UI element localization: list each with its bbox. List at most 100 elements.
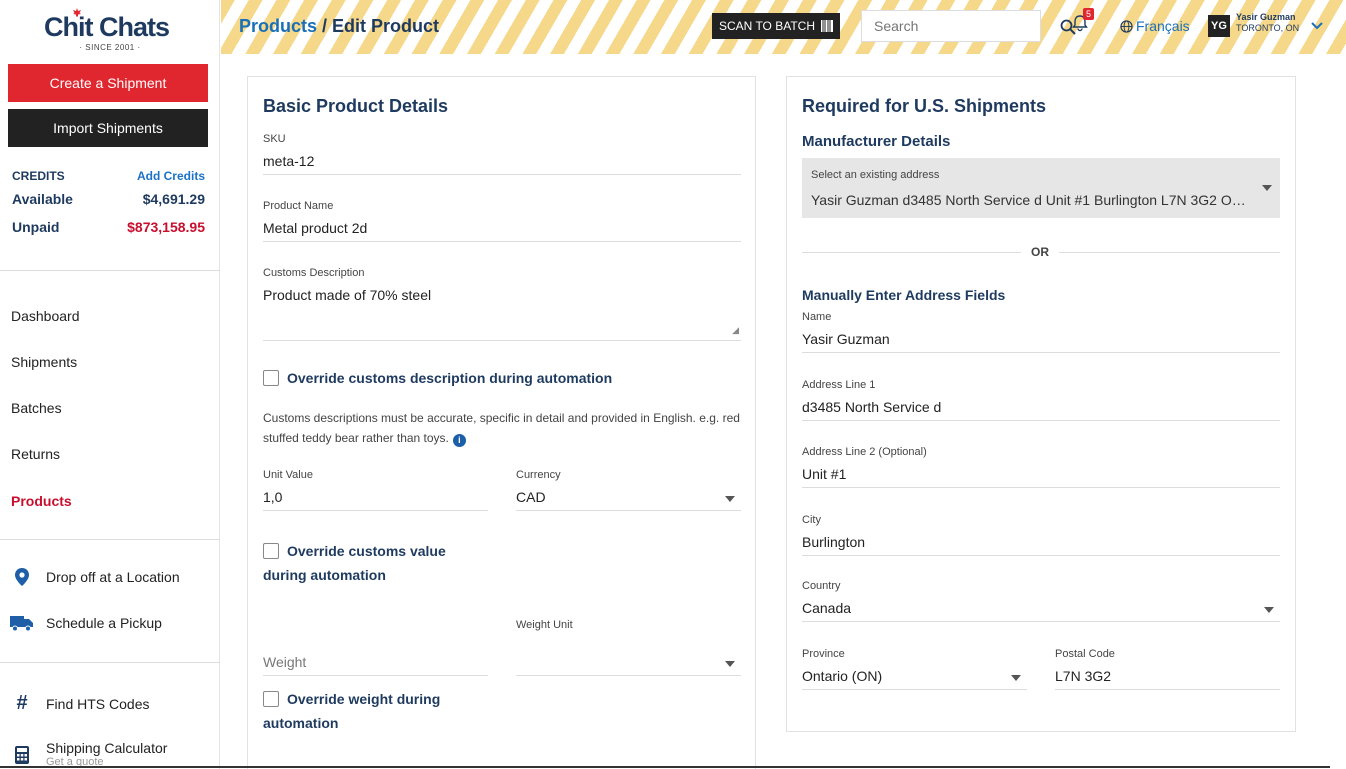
caret-down-icon [1011, 675, 1021, 681]
address-line-2-label: Address Line 2 (Optional) [802, 446, 927, 458]
hash-icon: # [16, 692, 28, 714]
us-shipments-title: Required for U.S. Shipments [802, 96, 1047, 116]
caret-down-icon [725, 496, 735, 502]
breadcrumb-products-link[interactable]: Products [239, 16, 317, 36]
basic-details-title: Basic Product Details [263, 96, 449, 116]
add-credits-link[interactable]: Add Credits [137, 169, 205, 183]
customs-description-textarea[interactable]: Product made of 70% steel ◢ [263, 282, 741, 341]
us-shipments-card: Required for U.S. Shipments Manufacturer… [786, 76, 1296, 732]
weight-unit-field: Weight Unit [516, 619, 741, 676]
manual-address-title: Manually Enter Address Fields [802, 287, 1006, 303]
resize-handle-icon[interactable]: ◢ [732, 325, 739, 336]
override-description-label: Override customs description during auto… [287, 370, 613, 386]
basic-product-details-card: Basic Product Details SKU meta-12 Produc… [247, 76, 756, 769]
window-bottom-edge [0, 766, 1330, 768]
info-icon[interactable]: i [452, 433, 466, 447]
user-location: TORONTO, ON [1236, 23, 1300, 33]
caret-down-icon [1262, 185, 1272, 191]
override-value-checkbox[interactable]: Override customs value during automation [263, 539, 446, 587]
search-box [861, 10, 1076, 42]
drop-off-link[interactable]: Drop off at a Location [10, 568, 180, 586]
sku-input[interactable]: meta-12 [263, 148, 741, 175]
checkbox-box[interactable] [263, 691, 279, 707]
override-description-checkbox[interactable]: Override customs description during auto… [263, 366, 612, 390]
override-weight-label-line2: automation [263, 715, 339, 731]
sidebar-divider [0, 662, 220, 663]
province-field: Province Ontario (ON) [802, 648, 1027, 690]
globe-icon [1120, 19, 1133, 33]
customs-note-text: Customs descriptions must be accurate, s… [263, 411, 740, 445]
customs-description-label: Customs Description [263, 267, 365, 279]
product-name-field: Product Name Metal product 2d [263, 200, 741, 242]
unit-value-input[interactable]: 1,0 [263, 484, 488, 511]
scan-to-batch-label: SCAN TO BATCH [718, 19, 816, 33]
name-field: Name Yasir Guzman [802, 311, 1280, 353]
search-input[interactable] [862, 18, 1002, 34]
schedule-pickup-link[interactable]: Schedule a Pickup [10, 614, 162, 632]
sidebar-divider [0, 539, 220, 540]
top-header: Products / Edit Product SCAN TO BATCH 5 … [221, 0, 1346, 54]
available-value: $4,691.29 [142, 191, 205, 207]
weight-field: Weight [263, 634, 488, 676]
province-select[interactable]: Ontario (ON) [802, 663, 1027, 690]
avatar[interactable]: YG [1208, 15, 1230, 37]
unit-value-field: Unit Value 1,0 [263, 469, 488, 511]
country-select[interactable]: Canada [802, 595, 1280, 622]
city-input[interactable]: Burlington [802, 529, 1280, 556]
sidebar-item-shipments[interactable]: Shipments [11, 354, 77, 370]
override-value-label-line2: during automation [263, 567, 386, 583]
find-hts-link[interactable]: # Find HTS Codes [10, 692, 149, 715]
import-shipments-button[interactable]: Import Shipments [8, 109, 208, 147]
sidebar-item-batches[interactable]: Batches [11, 400, 62, 416]
sidebar-divider [0, 270, 220, 271]
logo-since: · SINCE 2001 · [79, 43, 141, 52]
override-weight-label-line1: Override weight during [287, 691, 441, 707]
chevron-down-icon[interactable] [1311, 17, 1323, 35]
currency-value: CAD [516, 489, 546, 505]
address-line-1-input[interactable]: d3485 North Service d [802, 394, 1280, 421]
currency-field: Currency CAD [516, 469, 741, 511]
postal-code-field: Postal Code L7N 3G2 [1055, 648, 1280, 690]
shipping-calculator-link[interactable]: Shipping Calculator Get a quote [10, 740, 167, 768]
name-label: Name [802, 311, 832, 323]
breadcrumb-separator: / [317, 16, 333, 36]
address-line-2-input[interactable]: Unit #1 [802, 461, 1280, 488]
location-pin-icon [10, 568, 34, 586]
city-field: City Burlington [802, 514, 1280, 556]
manufacturer-details-title: Manufacturer Details [802, 133, 951, 150]
checkbox-box[interactable] [263, 370, 279, 386]
schedule-pickup-label: Schedule a Pickup [46, 615, 162, 631]
breadcrumb: Products / Edit Product [239, 16, 439, 37]
checkbox-box[interactable] [263, 543, 279, 559]
sidebar-item-products[interactable]: Products [11, 493, 72, 509]
weight-input[interactable]: Weight [263, 649, 488, 676]
existing-address-select[interactable]: Select an existing address Yasir Guzman … [802, 158, 1280, 218]
product-name-input[interactable]: Metal product 2d [263, 215, 741, 242]
country-field: Country Canada [802, 580, 1280, 622]
name-input[interactable]: Yasir Guzman [802, 326, 1280, 353]
logo-wordmark: Chit Chats [44, 12, 170, 42]
or-divider-text: OR [1021, 245, 1059, 259]
barcode-icon [821, 20, 834, 32]
user-menu[interactable]: Yasir Guzman TORONTO, ON [1236, 12, 1299, 34]
create-shipment-button[interactable]: Create a Shipment [8, 64, 208, 102]
customs-description-value: Product made of 70% steel [263, 287, 432, 303]
scan-to-batch-button[interactable]: SCAN TO BATCH [712, 13, 840, 39]
unpaid-value: $873,158.95 [127, 219, 205, 235]
credits-panel: CREDITS Add Credits Available $4,691.29 … [12, 167, 205, 241]
existing-address-label: Select an existing address [811, 169, 940, 181]
product-name-label: Product Name [263, 200, 334, 212]
currency-select[interactable]: CAD [516, 484, 741, 511]
postal-code-input[interactable]: L7N 3G2 [1055, 663, 1280, 690]
language-toggle[interactable]: Français [1120, 18, 1190, 34]
notifications-button[interactable]: 5 [1071, 8, 1095, 38]
sidebar-item-dashboard[interactable]: Dashboard [11, 308, 80, 324]
unit-value-label: Unit Value [263, 469, 313, 481]
truck-icon [10, 614, 34, 632]
available-label: Available [12, 191, 73, 207]
chit-chats-logo[interactable]: Chit Chats · SINCE 2001 · [44, 8, 176, 60]
sku-field: SKU meta-12 [263, 133, 741, 175]
override-weight-checkbox[interactable]: Override weight during automation [263, 687, 440, 735]
sidebar-item-returns[interactable]: Returns [11, 446, 60, 462]
weight-unit-select[interactable] [516, 649, 741, 676]
